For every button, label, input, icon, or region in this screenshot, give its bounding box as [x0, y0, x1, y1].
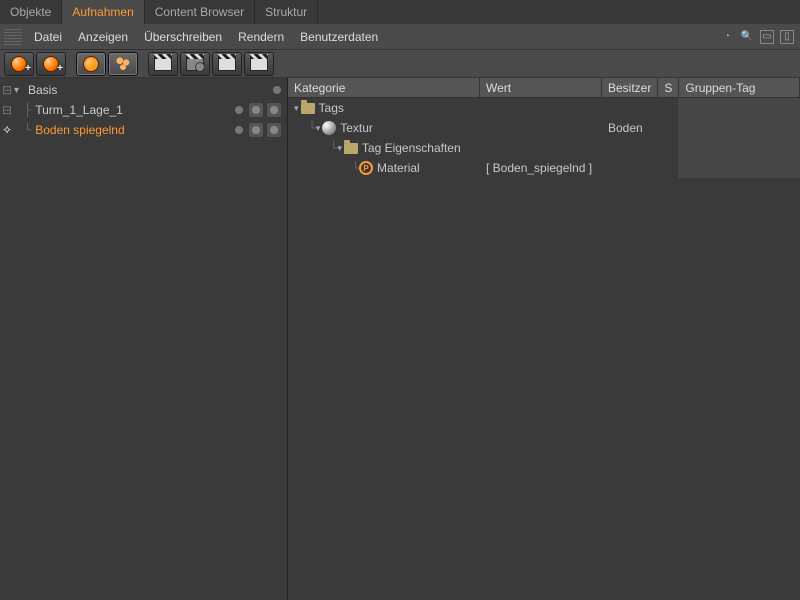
toolbar-spacer: [68, 52, 74, 76]
clap-2-button[interactable]: [212, 52, 242, 76]
parameter-icon: P: [359, 161, 373, 175]
cell-besitzer: Boden: [602, 118, 658, 138]
tab-bar: Objekte Aufnahmen Content Browser Strukt…: [0, 0, 800, 24]
take-link-button[interactable]: [76, 52, 106, 76]
take-add-1-button[interactable]: +: [4, 52, 34, 76]
clap-gear-button[interactable]: [180, 52, 210, 76]
header-s[interactable]: S: [658, 78, 679, 97]
tag-icons[interactable]: [249, 103, 281, 117]
cell-besitzer: [602, 158, 658, 178]
menu-rendern[interactable]: Rendern: [230, 26, 292, 48]
layout-b-icon[interactable]: ▯: [780, 30, 794, 44]
menu-bar: Datei Anzeigen Überschreiben Rendern Ben…: [0, 24, 800, 50]
cell-besitzer: [602, 138, 658, 158]
menu-datei[interactable]: Datei: [26, 26, 70, 48]
attr-row-tags[interactable]: ▾ Tags: [288, 98, 800, 118]
layer-dot-icon[interactable]: [273, 86, 281, 94]
take-add-2-button[interactable]: +: [36, 52, 66, 76]
expand-icon[interactable]: ▾: [14, 85, 24, 96]
header-kategorie[interactable]: Kategorie: [288, 78, 480, 97]
cell-s[interactable]: [658, 118, 678, 138]
cell-gruppentag[interactable]: [678, 118, 800, 138]
visibility-icon[interactable]: ✧: [0, 123, 14, 137]
cell-wert[interactable]: [480, 138, 602, 158]
cell-wert[interactable]: [480, 98, 602, 118]
cell-gruppentag[interactable]: [678, 138, 800, 158]
header-besitzer[interactable]: Besitzer: [602, 78, 658, 97]
toolbar: + +: [0, 50, 800, 78]
tree-row-basis[interactable]: ⊟ ▾ Basis: [0, 80, 287, 100]
tag-icons[interactable]: [249, 123, 281, 137]
folder-icon: [301, 103, 315, 114]
row-label: Textur: [340, 121, 373, 135]
tree-connector-icon: └: [24, 123, 31, 137]
expand-icon[interactable]: ▾: [337, 143, 342, 154]
expand-icon[interactable]: ▾: [294, 103, 299, 114]
tree-connector-icon: └: [294, 121, 316, 135]
eye-icon[interactable]: ◔: [720, 30, 734, 44]
toolbar-spacer-2: [140, 52, 146, 76]
cell-gruppentag[interactable]: [678, 98, 800, 118]
menu-benutzerdaten[interactable]: Benutzerdaten: [292, 26, 386, 48]
tag-icon[interactable]: [249, 103, 263, 117]
tab-content-browser[interactable]: Content Browser: [145, 0, 255, 24]
tag-icon[interactable]: [267, 103, 281, 117]
cell-s[interactable]: [658, 138, 678, 158]
layout-a-icon[interactable]: ▭: [760, 30, 774, 44]
cell-gruppentag[interactable]: [678, 158, 800, 178]
tag-icon[interactable]: [267, 123, 281, 137]
row-label: Tags: [319, 101, 344, 115]
clap-1-button[interactable]: [148, 52, 178, 76]
tree-label[interactable]: Boden spiegelnd: [31, 123, 124, 137]
layer-dot-icon[interactable]: [235, 106, 243, 114]
row-label: Material: [377, 161, 420, 175]
cell-besitzer: [602, 98, 658, 118]
visibility-icon[interactable]: ⊟: [0, 83, 14, 97]
tree-connector-icon: ├: [24, 103, 31, 117]
tree-connector-icon: └: [294, 161, 359, 175]
tab-objekte[interactable]: Objekte: [0, 0, 62, 24]
take-blobs-button[interactable]: [108, 52, 138, 76]
header-wert[interactable]: Wert: [480, 78, 602, 97]
cell-s[interactable]: [658, 158, 678, 178]
attr-row-textur[interactable]: └▾ Textur Boden: [288, 118, 800, 138]
hierarchy-tree: ⊟ ▾ Basis ⊟ ├ Turm_1_Lage_1 ✧ └ Boden sp: [0, 78, 287, 142]
grip-icon: [4, 29, 22, 45]
search-icon[interactable]: 🔍: [740, 30, 754, 44]
attr-row-tageigenschaften[interactable]: └▾ Tag Eigenschaften: [288, 138, 800, 158]
attribute-pane: Kategorie Wert Besitzer S Gruppen-Tag ▾ T…: [288, 78, 800, 600]
visibility-icon[interactable]: ⊟: [0, 103, 14, 117]
folder-icon: [344, 143, 358, 154]
cell-wert[interactable]: [ Boden_spiegelnd ]: [480, 158, 602, 178]
tree-label[interactable]: Turm_1_Lage_1: [31, 103, 123, 117]
layer-dot-icon[interactable]: [235, 126, 243, 134]
menu-anzeigen[interactable]: Anzeigen: [70, 26, 136, 48]
tree-label[interactable]: Basis: [24, 83, 57, 97]
hierarchy-pane: ⊟ ▾ Basis ⊟ ├ Turm_1_Lage_1 ✧ └ Boden sp: [0, 78, 288, 600]
main-area: ⊟ ▾ Basis ⊟ ├ Turm_1_Lage_1 ✧ └ Boden sp: [0, 78, 800, 600]
tab-aufnahmen[interactable]: Aufnahmen: [62, 0, 144, 24]
expand-icon[interactable]: ▾: [316, 123, 321, 134]
tree-connector-icon: └: [294, 141, 337, 155]
texture-icon: [322, 121, 336, 135]
tag-icon[interactable]: [249, 123, 263, 137]
menu-ueberschreiben[interactable]: Überschreiben: [136, 26, 230, 48]
header-gruppentag[interactable]: Gruppen-Tag: [679, 78, 800, 97]
cell-wert[interactable]: [480, 118, 602, 138]
attr-row-material[interactable]: └P Material [ Boden_spiegelnd ]: [288, 158, 800, 178]
cell-s[interactable]: [658, 98, 678, 118]
row-label: Tag Eigenschaften: [362, 141, 461, 155]
clap-3-button[interactable]: [244, 52, 274, 76]
tree-row-boden[interactable]: ✧ └ Boden spiegelnd: [0, 120, 287, 140]
column-headers: Kategorie Wert Besitzer S Gruppen-Tag: [288, 78, 800, 98]
tree-row-turm[interactable]: ⊟ ├ Turm_1_Lage_1: [0, 100, 287, 120]
tab-struktur[interactable]: Struktur: [255, 0, 318, 24]
